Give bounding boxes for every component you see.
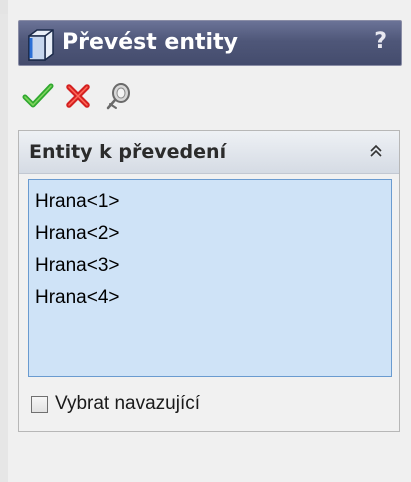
pushpin-icon (106, 83, 130, 110)
panel-title: Převést entity (62, 30, 238, 55)
help-button[interactable]: ? (374, 29, 387, 54)
list-item[interactable]: Hrana<1> (35, 186, 385, 218)
select-chain-checkbox[interactable] (31, 396, 48, 413)
list-item[interactable]: Hrana<4> (35, 282, 385, 314)
cancel-button[interactable] (62, 80, 94, 112)
x-icon (66, 84, 90, 108)
select-chain-label: Vybrat navazující (55, 393, 201, 414)
group-title: Entity k převedení (29, 141, 227, 163)
checkmark-icon (22, 83, 54, 108)
list-item[interactable]: Hrana<2> (35, 218, 385, 250)
collapse-chevron-icon[interactable] (367, 142, 385, 160)
convert-entities-icon (23, 26, 59, 62)
selected-entities-list[interactable]: Hrana<1> Hrana<2> Hrana<3> Hrana<4> (28, 179, 392, 377)
list-item[interactable]: Hrana<3> (35, 250, 385, 282)
keep-visible-button[interactable] (102, 80, 134, 112)
entities-group: Entity k převedení Hrana<1> Hrana<2> Hra… (18, 130, 400, 432)
ok-button[interactable] (22, 80, 54, 112)
group-header[interactable]: Entity k převedení (19, 131, 399, 174)
panel-title-bar: Převést entity ? (18, 20, 402, 66)
